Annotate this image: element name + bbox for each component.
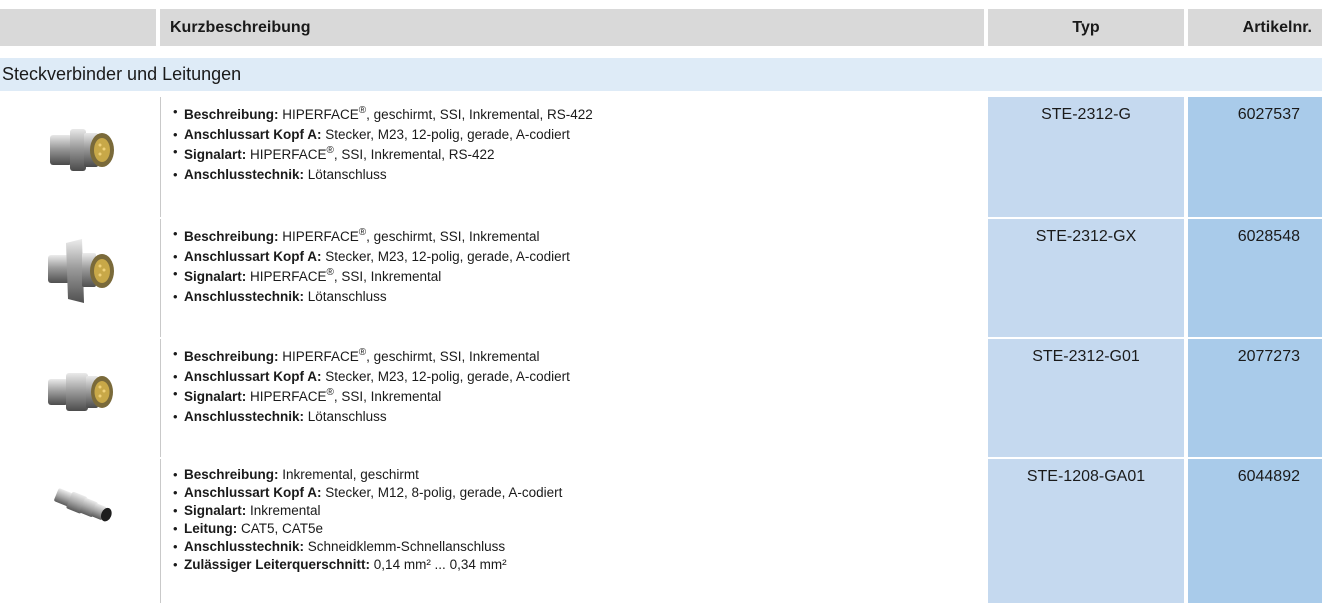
table-row: • Beschreibung: HIPERFACE®, geschirmt, SS… [0,97,1322,217]
product-image-cell [0,339,156,457]
table-row: • Beschreibung: HIPERFACE®, geschirmt, SS… [0,219,1322,337]
article-number-cell: 6044892 [1188,459,1322,603]
list-item: • Anschlusstechnik: Schneidklemm-Schnella… [173,539,506,554]
product-image-cell [0,219,156,337]
table-row: • Beschreibung: Inkremental, geschirmt • A… [0,459,1322,603]
row-description: • Beschreibung: HIPERFACE®, geschirmt, SS… [160,97,984,217]
header-description: Kurzbeschreibung [160,9,984,46]
list-item: • Beschreibung: HIPERFACE®, geschirmt, SS… [173,346,540,364]
row-description: • Beschreibung: HIPERFACE®, geschirmt, SS… [160,219,984,337]
article-number-cell: 6028548 [1188,219,1322,337]
connector-m12-image [48,469,122,543]
list-item: • Signalart: Inkremental [173,503,321,518]
list-item: • Anschlussart Kopf A: Stecker, M12, 8-po… [173,485,563,500]
list-item: • Zulässiger Leiterquerschnitt: 0,14 mm² … [173,557,507,572]
list-item: • Anschlussart Kopf A: Stecker, M23, 12-p… [173,369,570,384]
header-article-number: Artikelnr. [1188,9,1322,46]
product-image-cell [0,97,156,217]
connector-m23-flange-image [42,229,128,315]
list-item: • Leitung: CAT5, CAT5e [173,521,324,536]
list-item: • Anschlusstechnik: Lötanschluss [173,289,387,304]
list-item: • Anschlussart Kopf A: Stecker, M23, 12-p… [173,249,570,264]
table-header: Kurzbeschreibung Typ Artikelnr. [0,9,1322,46]
row-description: • Beschreibung: HIPERFACE®, geschirmt, SS… [160,339,984,457]
list-item: • Signalart: HIPERFACE®, SSI, Inkremental [173,386,442,404]
row-description: • Beschreibung: Inkremental, geschirmt • A… [160,459,984,603]
type-cell: STE-2312-GX [988,219,1184,337]
list-item: • Signalart: HIPERFACE®, SSI, Inkremental… [173,144,495,162]
table-row: • Beschreibung: HIPERFACE®, geschirmt, SS… [0,339,1322,457]
type-cell: STE-2312-G01 [988,339,1184,457]
type-cell: STE-2312-G [988,97,1184,217]
product-image-cell [0,459,156,603]
article-number-cell: 2077273 [1188,339,1322,457]
list-item: • Anschlussart Kopf A: Stecker, M23, 12-p… [173,127,570,142]
list-item: • Signalart: HIPERFACE®, SSI, Inkremental [173,266,442,284]
list-item: • Beschreibung: HIPERFACE®, geschirmt, SS… [173,226,540,244]
connector-m23-straight-short-image [42,349,126,433]
header-image-cell [0,9,156,46]
list-item: • Beschreibung: HIPERFACE®, geschirmt, SS… [173,104,593,122]
connector-m23-straight-image [42,107,126,191]
type-cell: STE-1208-GA01 [988,459,1184,603]
list-item: • Beschreibung: Inkremental, geschirmt [173,467,419,482]
list-item: • Anschlusstechnik: Lötanschluss [173,409,387,424]
section-title: Steckverbinder und Leitungen [0,58,1322,91]
header-type: Typ [988,9,1184,46]
article-number-cell: 6027537 [1188,97,1322,217]
list-item: • Anschlusstechnik: Lötanschluss [173,167,387,182]
